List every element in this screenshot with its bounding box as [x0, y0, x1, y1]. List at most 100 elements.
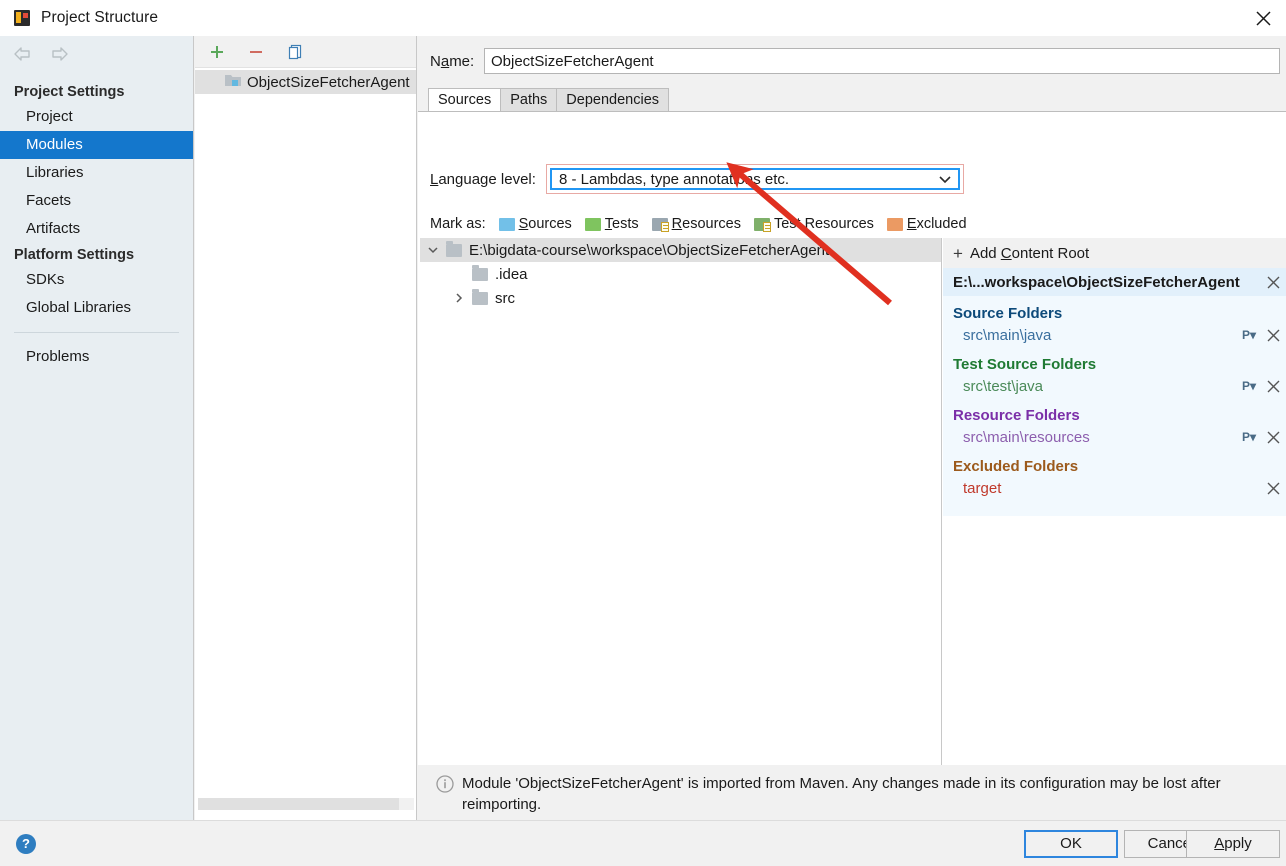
- table-row[interactable]: src: [420, 286, 941, 310]
- minus-icon[interactable]: [246, 42, 266, 62]
- content-root-block: E:\...workspace\ObjectSizeFetcherAgent S…: [943, 268, 1286, 516]
- help-icon[interactable]: ?: [16, 834, 36, 854]
- name-label: Name:: [430, 52, 475, 70]
- sidebar-item-project[interactable]: Project: [0, 103, 193, 131]
- sidebar-item-artifacts[interactable]: Artifacts: [0, 215, 193, 243]
- modules-toolbar: [195, 36, 416, 68]
- settings-sidebar: Project Settings Project Modules Librari…: [0, 36, 194, 820]
- module-editor-panel: Name: Sources Paths Dependencies Languag…: [418, 36, 1286, 866]
- close-icon[interactable]: [1260, 482, 1286, 495]
- test-resources-folder-icon: [753, 217, 771, 232]
- modules-panel: ObjectSizeFetcherAgent: [195, 36, 417, 820]
- module-name: ObjectSizeFetcherAgent: [247, 73, 410, 91]
- copy-icon[interactable]: [285, 42, 305, 62]
- package-prefix-icon[interactable]: P▾: [1238, 328, 1260, 342]
- content-root-header: E:\...workspace\ObjectSizeFetcherAgent: [943, 268, 1286, 296]
- mark-as-excluded[interactable]: Excluded: [886, 216, 967, 232]
- plus-icon[interactable]: [207, 42, 227, 62]
- sidebar-group-platform-settings: Platform Settings: [14, 247, 135, 263]
- apply-button[interactable]: Apply: [1186, 830, 1280, 858]
- package-prefix-icon[interactable]: P▾: [1238, 379, 1260, 393]
- tree-node-label: E:\bigdata-course\workspace\ObjectSizeFe…: [469, 241, 830, 259]
- excluded-folder-icon: [886, 217, 903, 231]
- folder-icon: [472, 264, 488, 281]
- sources-tab-content: Language level: 8 - Lambdas, type annota…: [418, 112, 1286, 866]
- sidebar-item-problems[interactable]: Problems: [0, 343, 193, 371]
- module-name-row: Name:: [418, 46, 1286, 76]
- modules-list: ObjectSizeFetcherAgent: [195, 68, 416, 94]
- tree-node-label: src: [495, 289, 515, 307]
- tab-paths[interactable]: Paths: [500, 88, 558, 112]
- close-icon[interactable]: [1260, 380, 1286, 393]
- content-root-tree: E:\bigdata-course\workspace\ObjectSizeFe…: [420, 238, 942, 790]
- name-input[interactable]: [484, 48, 1280, 74]
- sidebar-item-modules[interactable]: Modules: [0, 131, 193, 159]
- chevron-down-icon[interactable]: [932, 174, 958, 184]
- list-item[interactable]: target: [943, 476, 1286, 500]
- horizontal-scrollbar[interactable]: [195, 798, 417, 812]
- forward-arrow-icon[interactable]: [48, 45, 70, 63]
- ok-button[interactable]: OK: [1024, 830, 1118, 858]
- folder-path: src\test\java: [963, 377, 1044, 395]
- close-icon[interactable]: [1260, 431, 1286, 444]
- tree-node-label: .idea: [495, 265, 528, 283]
- list-item[interactable]: src\main\java P▾: [943, 323, 1286, 347]
- package-prefix-icon[interactable]: P▾: [1238, 430, 1260, 444]
- module-folder-icon: [225, 73, 241, 91]
- tab-sources[interactable]: Sources: [428, 88, 502, 112]
- list-item[interactable]: ObjectSizeFetcherAgent: [195, 70, 416, 94]
- sources-folder-icon: [498, 217, 515, 231]
- sidebar-item-global-libraries[interactable]: Global Libraries: [0, 294, 193, 322]
- group-title-resource-folders: Resource Folders: [953, 407, 1080, 424]
- sidebar-item-sdks[interactable]: SDKs: [0, 266, 193, 294]
- language-level-row: Language level: 8 - Lambdas, type annota…: [430, 164, 964, 194]
- mark-as-resources[interactable]: Resources: [651, 216, 741, 232]
- editor-tabs: Sources Paths Dependencies: [428, 88, 670, 112]
- close-icon[interactable]: [1240, 0, 1286, 36]
- group-title-source-folders: Source Folders: [953, 305, 1063, 322]
- intellij-idea-icon: [14, 10, 30, 26]
- chevron-right-icon[interactable]: [446, 292, 472, 304]
- language-level-value: 8 - Lambdas, type annotations etc.: [558, 170, 790, 188]
- sidebar-divider: [14, 332, 179, 333]
- mark-as-tests[interactable]: Tests: [584, 216, 639, 232]
- language-level-highlight: 8 - Lambdas, type annotations etc.: [545, 164, 964, 194]
- plus-icon: +: [953, 243, 963, 263]
- tab-dependencies[interactable]: Dependencies: [556, 88, 670, 112]
- mark-as-label: Mark as:: [430, 216, 486, 232]
- scrollbar-thumb[interactable]: [198, 798, 399, 810]
- mark-as-test-resources-label: Test Resources: [773, 216, 874, 232]
- close-icon[interactable]: [1260, 329, 1286, 342]
- content-root-path: E:\...workspace\ObjectSizeFetcherAgent: [953, 273, 1240, 291]
- sidebar-list: Project Settings Project Modules Librari…: [0, 72, 193, 371]
- language-level-label: Language level:: [430, 170, 536, 188]
- group-title-excluded-folders: Excluded Folders: [953, 458, 1079, 475]
- list-item[interactable]: src\main\resources P▾: [943, 425, 1286, 449]
- close-icon[interactable]: [1260, 276, 1286, 289]
- mark-as-row: Mark as: Sources Tests Resources Test Re…: [430, 216, 980, 232]
- chevron-down-icon[interactable]: [420, 244, 446, 256]
- folder-path: src\main\resources: [963, 428, 1090, 446]
- folder-icon: [472, 288, 488, 305]
- dialog-button-bar: ? OK Cancel Apply: [0, 820, 1286, 866]
- language-level-dropdown[interactable]: 8 - Lambdas, type annotations etc.: [549, 168, 960, 190]
- add-content-root-button[interactable]: + Add Content Root: [943, 238, 1286, 268]
- add-content-root-label: Add Content Root: [969, 244, 1090, 262]
- mark-as-sources[interactable]: Sources: [498, 216, 572, 232]
- maven-info-message: Module 'ObjectSizeFetcherAgent' is impor…: [462, 775, 1221, 813]
- table-row[interactable]: .idea: [420, 262, 941, 286]
- tests-folder-icon: [584, 217, 601, 231]
- table-row[interactable]: E:\bigdata-course\workspace\ObjectSizeFe…: [420, 238, 941, 262]
- sidebar-item-libraries[interactable]: Libraries: [0, 159, 193, 187]
- folder-icon: [446, 240, 462, 257]
- mark-as-sources-label: Sources: [518, 216, 572, 232]
- mark-as-resources-label: Resources: [671, 216, 741, 232]
- group-title-test-source-folders: Test Source Folders: [953, 356, 1097, 373]
- mark-as-test-resources[interactable]: Test Resources: [753, 216, 874, 232]
- sidebar-item-facets[interactable]: Facets: [0, 187, 193, 215]
- mark-as-tests-label: Tests: [604, 216, 639, 232]
- list-item[interactable]: src\test\java P▾: [943, 374, 1286, 398]
- resources-folder-icon: [651, 217, 669, 232]
- scrollbar-track[interactable]: [198, 798, 414, 810]
- back-arrow-icon[interactable]: [12, 45, 34, 63]
